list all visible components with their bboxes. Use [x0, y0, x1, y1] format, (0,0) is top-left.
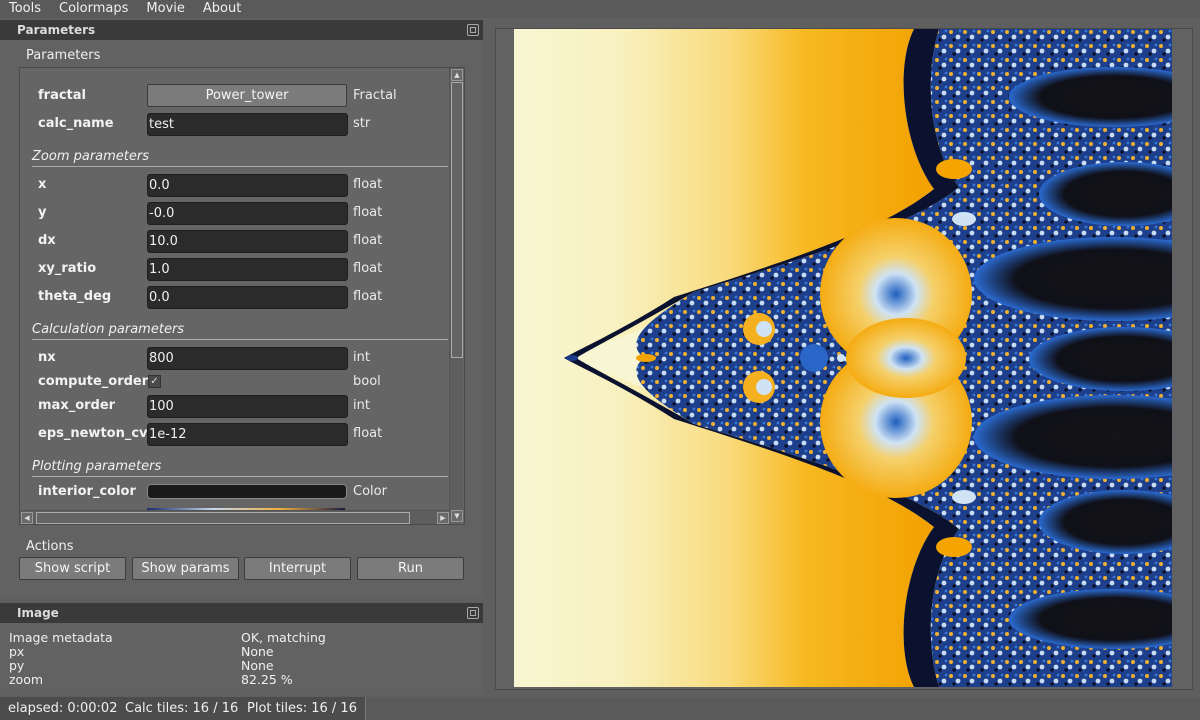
metadata-key: zoom	[9, 672, 44, 687]
param-label: interior_color	[38, 484, 136, 499]
param-row-eps-newton-cv: eps_newton_cv 1e-12 float	[20, 422, 450, 446]
parameters-dock-title: Parameters	[17, 23, 96, 37]
vertical-scroll-thumb[interactable]	[451, 82, 463, 358]
param-label: x	[38, 177, 47, 192]
theta-deg-input[interactable]: 0.0	[147, 286, 348, 309]
metadata-key: Image metadata	[9, 630, 113, 645]
status-elapsed: elapsed: 0:00:02	[0, 697, 127, 720]
scroll-right-icon[interactable]: ▶	[437, 512, 449, 524]
status-plot-tiles: Plot tiles: 16 / 16	[239, 697, 366, 720]
menu-movie[interactable]: Movie	[137, 0, 193, 18]
param-label: calc_name	[38, 116, 114, 131]
metadata-row: px None	[9, 645, 469, 659]
metadata-value: 82.25 %	[241, 672, 293, 687]
param-type: float	[353, 289, 383, 304]
param-row-theta-deg: theta_deg 0.0 float	[20, 285, 450, 309]
param-label: xy_ratio	[38, 261, 97, 276]
parameters-dock: Parameters Parameters fractal Power_towe…	[0, 20, 483, 598]
param-label: max_order	[38, 398, 116, 413]
param-label: dx	[38, 233, 56, 248]
parameters-group-title: Parameters	[26, 48, 101, 63]
param-row-fractal: fractal Power_tower Fractal	[20, 84, 450, 108]
metadata-row: py None	[9, 659, 469, 673]
parameters-dock-titlebar[interactable]: Parameters	[0, 20, 483, 40]
param-label: fractal	[38, 88, 86, 103]
metadata-row: zoom 82.25 %	[9, 673, 469, 687]
max-order-input[interactable]: 100	[147, 395, 348, 418]
param-type: float	[353, 177, 383, 192]
eps-newton-cv-input[interactable]: 1e-12	[147, 423, 348, 446]
param-row-x: x 0.0 float	[20, 173, 450, 197]
param-type: float	[353, 426, 383, 441]
param-type: int	[353, 350, 370, 365]
param-row-xy-ratio: xy_ratio 1.0 float	[20, 257, 450, 281]
float-dock-icon[interactable]	[467, 607, 479, 619]
metadata-value: None	[241, 658, 274, 673]
fractal-image[interactable]	[514, 29, 1172, 687]
y-input[interactable]: -0.0	[147, 202, 348, 225]
menu-tools[interactable]: Tools	[0, 0, 50, 18]
section-calculation-parameters: Calculation parameters	[32, 322, 448, 340]
scroll-up-icon[interactable]: ▲	[451, 69, 463, 81]
param-row-compute-order: compute_order ✓ bool	[20, 370, 450, 394]
x-input[interactable]: 0.0	[147, 174, 348, 197]
status-bar: elapsed: 0:00:02 Calc tiles: 16 / 16 Plo…	[0, 697, 1200, 720]
run-button[interactable]: Run	[357, 557, 464, 580]
param-type: bool	[353, 374, 381, 389]
param-label: theta_deg	[38, 289, 112, 304]
dx-input[interactable]: 10.0	[147, 230, 348, 253]
metadata-value: OK, matching	[241, 630, 326, 645]
image-dock-titlebar[interactable]: Image	[0, 603, 483, 623]
interior-color-swatch[interactable]	[147, 484, 347, 499]
metadata-row: Image metadata OK, matching	[9, 631, 469, 645]
section-zoom-parameters: Zoom parameters	[32, 149, 448, 167]
horizontal-scrollbar[interactable]: ◀ ▶	[20, 510, 450, 524]
metadata-key: py	[9, 658, 25, 673]
calc-name-input[interactable]: test	[147, 113, 348, 136]
section-plotting-parameters: Plotting parameters	[32, 459, 448, 477]
horizontal-scroll-thumb[interactable]	[36, 512, 410, 524]
image-dock-title: Image	[17, 606, 59, 620]
actions-title: Actions	[26, 539, 74, 554]
xy-ratio-input[interactable]: 1.0	[147, 258, 348, 281]
param-label: nx	[38, 350, 56, 365]
status-calc-tiles: Calc tiles: 16 / 16	[117, 697, 248, 720]
param-row-y: y -0.0 float	[20, 201, 450, 225]
scroll-down-icon[interactable]: ▼	[451, 510, 463, 522]
param-type: Fractal	[353, 88, 397, 103]
metadata-key: px	[9, 644, 25, 659]
param-row-dx: dx 10.0 float	[20, 229, 450, 253]
param-type: float	[353, 261, 383, 276]
fractal-render	[514, 29, 1172, 687]
fractal-select-button[interactable]: Power_tower	[147, 84, 347, 107]
menu-about[interactable]: About	[194, 0, 250, 18]
param-label: compute_order	[38, 374, 149, 389]
param-type: float	[353, 233, 383, 248]
param-label: eps_newton_cv	[38, 426, 148, 441]
param-type: float	[353, 205, 383, 220]
menu-bar: Tools Colormaps Movie About	[0, 0, 1200, 18]
nx-input[interactable]: 800	[147, 347, 348, 370]
param-type: str	[353, 116, 371, 131]
param-row-max-order: max_order 100 int	[20, 394, 450, 418]
param-label: y	[38, 205, 47, 220]
show-params-button[interactable]: Show params	[132, 557, 239, 580]
param-row-calc-name: calc_name test str	[20, 112, 450, 136]
param-row-nx: nx 800 int	[20, 346, 450, 370]
param-type: Color	[353, 484, 387, 499]
metadata-value: None	[241, 644, 274, 659]
compute-order-checkbox[interactable]: ✓	[148, 375, 161, 388]
param-type: int	[353, 398, 370, 413]
float-dock-icon[interactable]	[467, 24, 479, 36]
show-script-button[interactable]: Show script	[19, 557, 126, 580]
interrupt-button[interactable]: Interrupt	[244, 557, 351, 580]
menu-colormaps[interactable]: Colormaps	[50, 0, 137, 18]
param-row-interior-color: interior_color Color	[20, 480, 450, 504]
image-metadata-list: Image metadata OK, matching px None py N…	[9, 631, 469, 687]
parameters-scroll-area[interactable]: fractal Power_tower Fractal calc_name te…	[19, 67, 465, 525]
scroll-left-icon[interactable]: ◀	[21, 512, 33, 524]
image-dock: Image Image metadata OK, matching px Non…	[0, 603, 483, 695]
vertical-scrollbar[interactable]: ▲ ▼	[449, 68, 463, 523]
